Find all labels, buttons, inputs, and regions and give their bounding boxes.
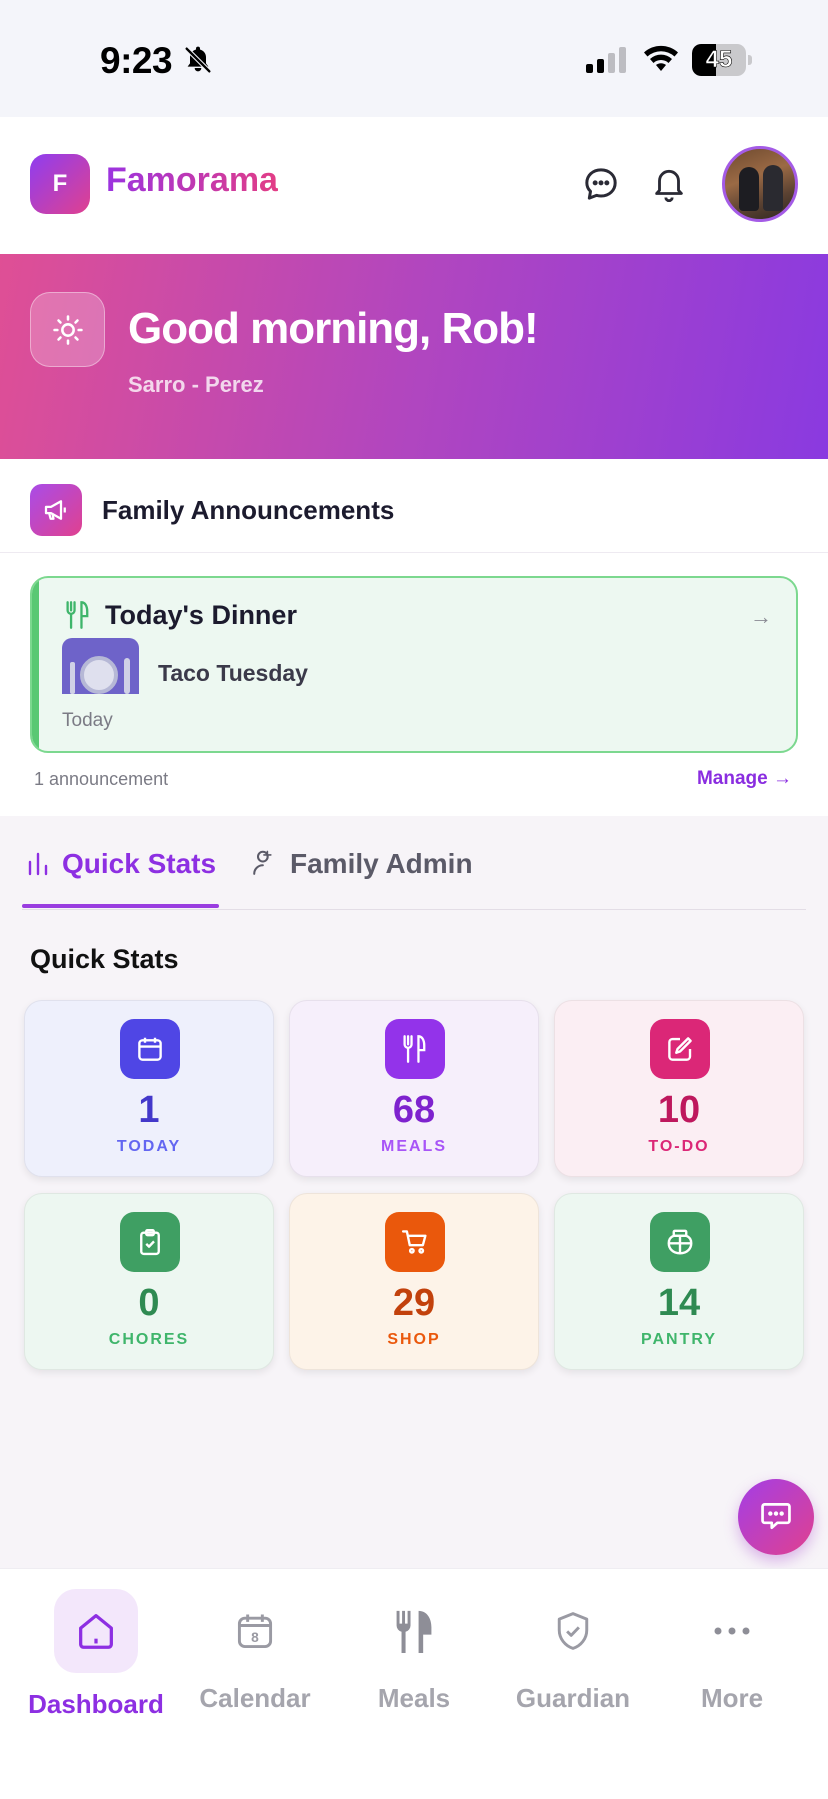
jar-icon — [650, 1212, 710, 1272]
calendar-day-icon: 8 — [213, 1589, 297, 1673]
tab-family-admin[interactable]: Family Admin — [252, 848, 473, 908]
greeting-title: Good morning, Rob! — [128, 304, 539, 353]
message-icon — [759, 1498, 793, 1537]
stat-card-today[interactable]: 1 TODAY — [24, 1000, 274, 1177]
announcements-title: Family Announcements — [102, 495, 395, 525]
greeting-banner: Good morning, Rob! Sarro - Perez — [0, 254, 828, 459]
battery-indicator: 45 — [692, 44, 752, 76]
nav-guardian[interactable]: Guardian — [493, 1589, 653, 1713]
announcement-title: Today's Dinner — [105, 600, 297, 630]
bottom-navigation: Dashboard 8 Calendar Meals Guardian More — [0, 1568, 828, 1799]
stat-card-meals[interactable]: 68 MEALS — [289, 1000, 539, 1177]
stat-value: 14 — [657, 1282, 701, 1324]
tab-quick-stats[interactable]: Quick Stats — [26, 848, 216, 908]
stat-card-chores[interactable]: 0 CHORES — [24, 1193, 274, 1370]
megaphone-icon — [30, 484, 82, 536]
chat-fab-button[interactable] — [738, 1479, 814, 1555]
user-plus-icon — [252, 848, 278, 883]
stat-label: PANTRY — [641, 1331, 717, 1348]
family-announcements: Family Announcements Today's Dinner → Ta… — [0, 459, 828, 816]
meal-image — [62, 638, 139, 694]
app-header: F Famorama — [0, 117, 828, 254]
stat-value: 68 — [392, 1089, 436, 1131]
stat-label: CHORES — [108, 1331, 190, 1348]
app-name[interactable]: Famorama — [106, 161, 278, 200]
divider — [0, 552, 828, 553]
cellular-signal-icon — [586, 47, 628, 78]
status-time: 9:23 — [100, 40, 173, 81]
nav-label: Guardian — [515, 1683, 631, 1713]
chat-icon[interactable] — [580, 163, 622, 205]
status-bar: 9:23 45 — [0, 0, 828, 117]
announcement-count: 1 announcement — [34, 769, 169, 789]
battery-percent: 45 — [705, 46, 733, 74]
nav-label: Dashboard — [28, 1689, 164, 1719]
wifi-icon — [641, 43, 681, 78]
stat-card-todo[interactable]: 10 TO-DO — [554, 1000, 804, 1177]
user-avatar[interactable] — [722, 146, 798, 222]
family-name: Sarro - Perez — [128, 372, 264, 397]
nav-meals[interactable]: Meals — [334, 1589, 494, 1713]
stat-value: 1 — [138, 1089, 160, 1131]
utensils-icon — [64, 600, 92, 635]
quick-stats-title: Quick Stats — [30, 944, 179, 974]
more-icon — [690, 1589, 774, 1673]
stat-label: SHOP — [387, 1331, 441, 1348]
stat-label: TO-DO — [648, 1138, 710, 1155]
stat-card-shop[interactable]: 29 SHOP — [289, 1193, 539, 1370]
active-tab-indicator — [22, 904, 219, 908]
nav-label: Meals — [377, 1683, 451, 1713]
card-accent-bar — [32, 578, 39, 751]
notification-bell-icon[interactable] — [648, 163, 690, 205]
calendar-icon — [120, 1019, 180, 1079]
nav-dashboard[interactable]: Dashboard — [16, 1589, 176, 1719]
edit-icon — [650, 1019, 710, 1079]
stat-label: TODAY — [116, 1138, 182, 1155]
home-icon — [54, 1589, 138, 1673]
nav-label: More — [700, 1683, 764, 1713]
sun-icon — [30, 292, 105, 367]
arrow-right-icon[interactable]: → — [750, 604, 772, 630]
meal-name: Taco Tuesday — [158, 660, 308, 686]
tab-label: Quick Stats — [62, 848, 217, 879]
announcement-card[interactable]: Today's Dinner → Taco Tuesday Today — [30, 576, 798, 753]
stat-card-pantry[interactable]: 14 PANTRY — [554, 1193, 804, 1370]
tab-label: Family Admin — [290, 848, 473, 879]
utensils-icon — [372, 1589, 456, 1673]
calendar-badge: 8 — [251, 1630, 259, 1645]
nav-more[interactable]: More — [652, 1589, 812, 1713]
bar-chart-icon — [26, 848, 50, 883]
stat-value: 0 — [138, 1282, 160, 1324]
nav-label: Calendar — [199, 1683, 311, 1713]
app-logo[interactable]: F — [30, 154, 90, 214]
clipboard-check-icon — [120, 1212, 180, 1272]
stat-label: MEALS — [381, 1138, 447, 1155]
stat-value: 29 — [392, 1282, 436, 1324]
utensils-icon — [385, 1019, 445, 1079]
bell-slash-icon — [182, 44, 214, 81]
manage-link[interactable]: Manage → — [697, 768, 792, 790]
stat-value: 10 — [657, 1089, 701, 1131]
shield-check-icon — [531, 1589, 615, 1673]
dashboard-tabs: Quick Stats Family Admin — [22, 848, 806, 910]
nav-calendar[interactable]: 8 Calendar — [175, 1589, 335, 1713]
announcement-date: Today — [62, 710, 113, 731]
cart-icon — [385, 1212, 445, 1272]
